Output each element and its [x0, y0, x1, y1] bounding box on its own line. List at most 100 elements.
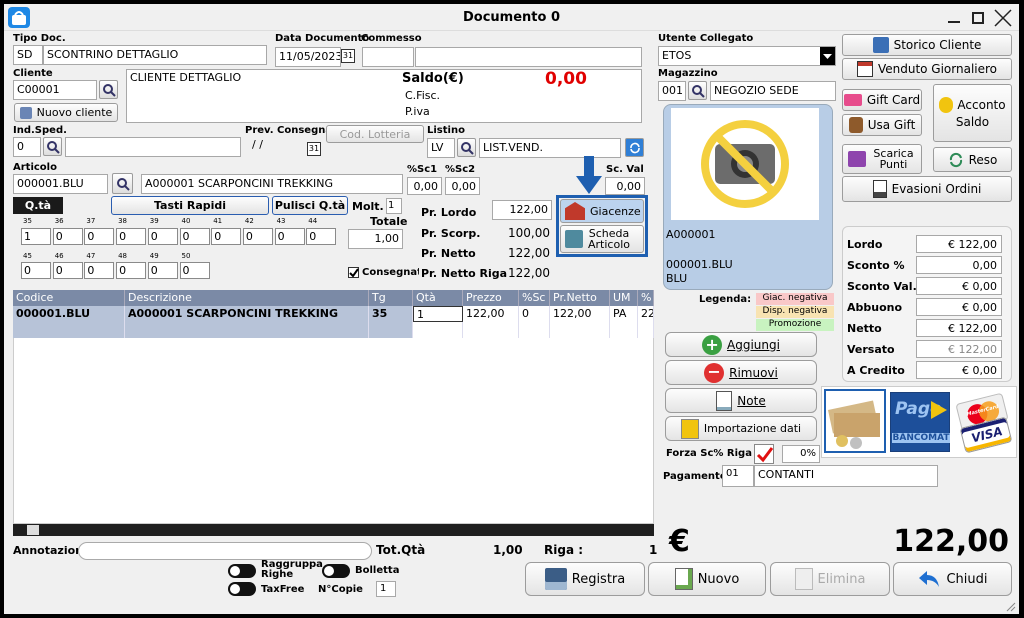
- minimize-icon[interactable]: [948, 21, 960, 23]
- pagamento-code[interactable]: 01: [722, 465, 754, 487]
- pagamento-desc[interactable]: CONTANTI: [754, 465, 938, 487]
- size-qty-field[interactable]: 0: [147, 262, 178, 279]
- commesso-code[interactable]: [362, 47, 414, 67]
- articolo-desc[interactable]: A000001 SCARPONCINI TREKKING: [141, 174, 403, 194]
- prev-calendar-icon[interactable]: 31: [307, 142, 321, 156]
- close-icon[interactable]: [994, 9, 1012, 27]
- maximize-icon[interactable]: [972, 12, 984, 24]
- sc1-field[interactable]: 0,00: [407, 177, 442, 195]
- nuovo-button[interactable]: Nuovo: [648, 562, 766, 596]
- ind-sped-desc[interactable]: [65, 137, 241, 157]
- table-cell[interactable]: A000001 SCARPONCINI TREKKING: [125, 306, 369, 322]
- card-payment-icon[interactable]: MasterCard VISA: [954, 392, 1014, 454]
- articolo-code[interactable]: 000001.BLU: [13, 174, 108, 194]
- size-qty-field[interactable]: 0: [116, 228, 147, 245]
- size-qty-field[interactable]: 0: [274, 228, 305, 245]
- annotazioni-field[interactable]: [78, 542, 372, 560]
- scrollbar-thumb[interactable]: [27, 525, 39, 535]
- table-cell[interactable]: 35: [369, 306, 413, 322]
- cliente-search-icon[interactable]: [99, 80, 118, 99]
- table-cell[interactable]: PA: [610, 306, 638, 322]
- magazzino-search-icon[interactable]: [688, 81, 707, 100]
- qta-tab[interactable]: Q.tà: [13, 197, 63, 214]
- data-doc-field[interactable]: 11/05/2023: [275, 47, 341, 67]
- listino-desc[interactable]: LIST.VEND.: [479, 138, 621, 158]
- ind-sped-search-icon[interactable]: [43, 137, 62, 156]
- consegnato-checkbox[interactable]: [348, 267, 359, 278]
- empty-row-cell[interactable]: [413, 322, 463, 338]
- magazzino-desc[interactable]: NEGOZIO SEDE: [710, 81, 836, 101]
- taxfree-toggle[interactable]: [228, 582, 256, 596]
- ind-sped-code[interactable]: 0: [13, 137, 41, 157]
- size-qty-field[interactable]: 0: [84, 228, 115, 245]
- prev-consegna-value[interactable]: / /: [252, 138, 263, 151]
- ncopie-field[interactable]: 1: [376, 581, 396, 597]
- column-header[interactable]: Prezzo: [463, 290, 519, 306]
- table-cell[interactable]: 1: [413, 306, 463, 322]
- note-button[interactable]: Note: [665, 388, 817, 413]
- table-cell[interactable]: 000001.BLU: [13, 306, 125, 322]
- empty-row-cell[interactable]: [125, 322, 369, 338]
- size-qty-field[interactable]: 0: [147, 228, 178, 245]
- elimina-button[interactable]: Elimina: [770, 562, 890, 596]
- empty-row-cell[interactable]: [610, 322, 638, 338]
- table-cell[interactable]: 122,00: [463, 306, 519, 322]
- empty-row-cell[interactable]: [369, 322, 413, 338]
- tipo-doc-code[interactable]: SD: [13, 45, 43, 65]
- size-qty-field[interactable]: 0: [306, 228, 337, 245]
- aggiungi-button[interactable]: + Aggiungi: [665, 332, 817, 357]
- bancomat-payment-icon[interactable]: Pago BANCOMAT: [890, 392, 950, 452]
- totale-field[interactable]: 1,00: [348, 229, 403, 249]
- empty-row-cell[interactable]: [519, 322, 550, 338]
- scval-field[interactable]: 0,00: [605, 177, 645, 195]
- size-qty-field[interactable]: 0: [179, 228, 210, 245]
- molt-field[interactable]: 1: [386, 198, 402, 214]
- size-qty-field[interactable]: 0: [84, 262, 115, 279]
- forza-sc-checkbox[interactable]: [754, 444, 774, 464]
- resize-grip-icon[interactable]: [1004, 600, 1016, 612]
- empty-row-cell[interactable]: [550, 322, 610, 338]
- empty-row-cell[interactable]: [13, 322, 125, 338]
- sc2-field[interactable]: 0,00: [445, 177, 480, 195]
- column-header[interactable]: Qtà: [413, 290, 463, 306]
- size-qty-field[interactable]: 0: [179, 262, 210, 279]
- gift-card-button[interactable]: Gift Card: [842, 89, 922, 111]
- table-cell[interactable]: 122,00: [550, 306, 610, 322]
- table-cell[interactable]: 22: [638, 306, 654, 322]
- magazzino-code[interactable]: 001: [658, 81, 686, 101]
- column-header[interactable]: Codice: [13, 290, 125, 306]
- calendar-icon[interactable]: 31: [341, 49, 355, 63]
- chevron-down-icon[interactable]: [820, 47, 835, 65]
- horizontal-scrollbar[interactable]: [13, 524, 654, 536]
- column-header[interactable]: %: [638, 290, 654, 306]
- commesso-desc[interactable]: [415, 47, 642, 67]
- evasioni-ordini-button[interactable]: Evasioni Ordini: [842, 176, 1012, 202]
- refresh-icon[interactable]: [625, 138, 644, 157]
- raggruppa-toggle[interactable]: [228, 564, 256, 578]
- reso-button[interactable]: Reso: [933, 147, 1012, 172]
- empty-row-cell[interactable]: [463, 322, 519, 338]
- column-header[interactable]: Pr.Netto: [550, 290, 610, 306]
- pr-lordo-field[interactable]: 122,00: [492, 200, 552, 220]
- registra-button[interactable]: Registra: [525, 562, 645, 596]
- cash-payment-icon[interactable]: [824, 389, 886, 453]
- giacenze-button[interactable]: Giacenze: [560, 199, 644, 223]
- size-qty-field[interactable]: 0: [52, 262, 83, 279]
- cod-lotteria-button[interactable]: Cod. Lotteria: [326, 125, 424, 143]
- chiudi-button[interactable]: Chiudi: [893, 562, 1012, 596]
- bolletta-toggle[interactable]: [322, 564, 350, 578]
- listino-search-icon[interactable]: [457, 138, 476, 157]
- nuovo-cliente-button[interactable]: Nuovo cliente: [14, 103, 118, 122]
- pulisci-qta-button[interactable]: Pulisci Q.tà: [272, 196, 348, 215]
- scheda-articolo-button[interactable]: Scheda Articolo: [560, 225, 644, 253]
- scarica-punti-button[interactable]: Scarica Punti: [842, 144, 922, 174]
- utente-select[interactable]: ETOS: [658, 46, 836, 66]
- column-header[interactable]: UM: [610, 290, 638, 306]
- tasti-rapidi-button[interactable]: Tasti Rapidi: [111, 196, 269, 215]
- column-header[interactable]: %Sc: [519, 290, 550, 306]
- size-qty-field[interactable]: 0: [116, 262, 147, 279]
- venduto-giornaliero-button[interactable]: Venduto Giornaliero: [842, 58, 1012, 80]
- usa-gift-button[interactable]: Usa Gift: [842, 114, 922, 136]
- size-qty-field[interactable]: 0: [242, 228, 273, 245]
- cliente-code[interactable]: C00001: [13, 80, 97, 100]
